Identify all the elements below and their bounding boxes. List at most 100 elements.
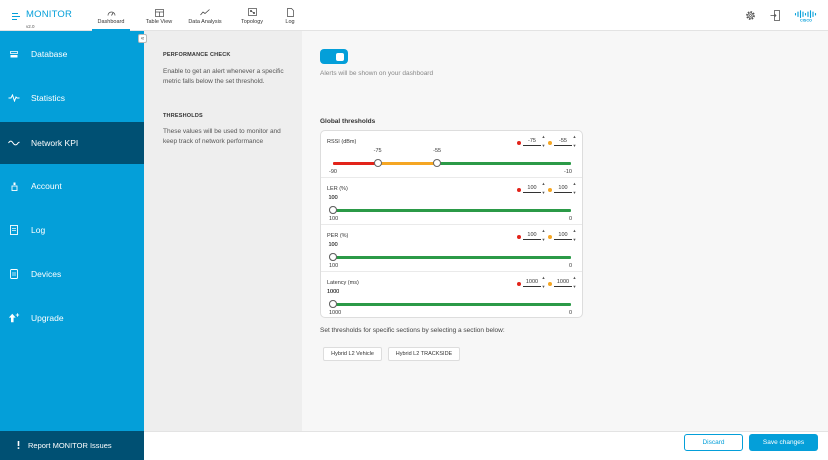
- nav-data-analysis[interactable]: Data Analysis: [186, 0, 224, 31]
- stepper-down-icon[interactable]: ▼: [572, 144, 577, 148]
- nav-dashboard[interactable]: Dashboard: [92, 0, 130, 31]
- discard-button[interactable]: Discard: [684, 434, 743, 451]
- stepper-down-icon[interactable]: ▼: [541, 144, 546, 148]
- nav-label: Topology: [240, 19, 264, 25]
- range-min-label: -90: [329, 169, 337, 175]
- sidebar-item-statistics[interactable]: Statistics: [0, 77, 144, 119]
- stepper-up-icon[interactable]: ▲: [572, 182, 577, 186]
- red-threshold-input[interactable]: -75: [523, 138, 541, 146]
- section-chip-hybrid-l2-vehicle[interactable]: Hybrid L2 Vehicle: [323, 347, 382, 361]
- sidebar-item-label: Database: [31, 49, 68, 59]
- section-hint: Set thresholds for specific sections by …: [320, 327, 505, 334]
- stepper-down-icon[interactable]: ▼: [572, 238, 577, 242]
- stepper-down-icon[interactable]: ▼: [541, 191, 546, 195]
- menu-icon[interactable]: [12, 13, 20, 22]
- collapse-sidebar-button[interactable]: «: [138, 34, 147, 43]
- sidebar-item-upgrade[interactable]: Upgrade: [0, 297, 144, 339]
- range-max-label: 0: [568, 263, 572, 269]
- sidebar-item-account[interactable]: Account: [0, 165, 144, 207]
- threshold-row: LER (%) 100 ▲ ▼ 100 ▲ ▼ 100 100 100 0: [321, 178, 582, 225]
- pulse-icon: [8, 94, 20, 102]
- orange-threshold-input[interactable]: -55: [554, 138, 572, 146]
- threshold-row: RSSI (dBm) -75 ▲ ▼ -55 ▲ ▼ -75 -55 -90 -10: [321, 131, 582, 178]
- orange-threshold-dot: [548, 235, 552, 239]
- range-max-label: -10: [564, 169, 572, 175]
- logout-icon[interactable]: [770, 10, 780, 21]
- metric-label: Latency (ms): [327, 280, 359, 286]
- performance-check-toggle[interactable]: [320, 49, 348, 64]
- slider-handle-red[interactable]: [373, 159, 382, 167]
- orange-threshold-input[interactable]: 100: [554, 185, 572, 193]
- settings-gear-icon[interactable]: [745, 10, 756, 21]
- stepper-up-icon[interactable]: ▲: [541, 276, 546, 280]
- slider-track-red: [333, 162, 378, 165]
- stepper-up-icon[interactable]: ▲: [572, 276, 577, 280]
- report-issues-button[interactable]: Report MONITOR Issues: [0, 431, 144, 460]
- description-panel: [144, 31, 302, 431]
- slider-track-green: [333, 256, 571, 259]
- sidebar-item-label: Account: [31, 181, 62, 191]
- section-chip-hybrid-l2-trackside[interactable]: Hybrid L2 TRACKSIDE: [388, 347, 460, 361]
- svg-text:CISCO: CISCO: [800, 18, 812, 22]
- brand[interactable]: MONITOR v2.0: [12, 9, 73, 29]
- orange-threshold-dot: [548, 282, 552, 286]
- range-min-label: 100: [329, 263, 339, 269]
- threshold-row: Latency (ms) 1000 ▲ ▼ 1000 ▲ ▼ 1000 1000 1000 0: [321, 272, 582, 319]
- upgrade-icon: [8, 312, 20, 324]
- range-min-label: 100: [329, 216, 339, 222]
- range-max-label: 0: [568, 216, 572, 222]
- slider-track-green: [333, 303, 571, 306]
- sidebar-item-network-kpi[interactable]: Network KPI: [0, 122, 144, 164]
- document-icon: [286, 8, 294, 17]
- table-icon: [154, 8, 164, 17]
- stepper-up-icon[interactable]: ▲: [572, 135, 577, 139]
- stepper-down-icon[interactable]: ▼: [572, 191, 577, 195]
- sidebar-item-devices[interactable]: Devices: [0, 253, 144, 295]
- metric-label: LER (%): [327, 186, 348, 192]
- nav-label: Data Analysis: [188, 19, 222, 25]
- sidebar-item-label: Statistics: [31, 93, 66, 103]
- handle-value-orange: 100: [328, 195, 338, 201]
- stepper-up-icon[interactable]: ▲: [541, 135, 546, 139]
- performance-check-description: Enable to get an alert whenever a specif…: [163, 68, 284, 85]
- slider-handle-orange[interactable]: [433, 159, 442, 167]
- orange-threshold-input[interactable]: 1000: [554, 279, 572, 287]
- slider-track-green: [333, 209, 571, 212]
- handle-value-orange: 1000: [327, 289, 340, 295]
- stepper-down-icon[interactable]: ▼: [541, 285, 546, 289]
- slider-handle-orange[interactable]: [329, 253, 337, 261]
- sidebar-item-log[interactable]: Log: [0, 209, 144, 251]
- database-icon: [8, 50, 20, 58]
- nav-log[interactable]: Log: [284, 0, 296, 31]
- chart-line-icon: [200, 8, 210, 17]
- stepper-down-icon[interactable]: ▼: [541, 238, 546, 242]
- nav-topology[interactable]: Topology: [239, 0, 265, 31]
- red-threshold-input[interactable]: 100: [523, 232, 541, 240]
- handle-value-orange: -55: [433, 148, 442, 154]
- nav-table-view[interactable]: Table View: [141, 0, 177, 31]
- red-threshold-input[interactable]: 1000: [523, 279, 541, 287]
- stepper-up-icon[interactable]: ▲: [541, 182, 546, 186]
- sidebar-item-label: Network KPI: [31, 138, 79, 148]
- range-min-label: 1000: [329, 310, 342, 316]
- orange-threshold-dot: [548, 188, 552, 192]
- app-version: v2.0: [26, 24, 35, 29]
- cisco-logo-icon: CISCO: [794, 9, 818, 22]
- save-changes-button[interactable]: Save changes: [749, 434, 818, 451]
- stepper-down-icon[interactable]: ▼: [572, 285, 577, 289]
- slider-handle-orange[interactable]: [329, 300, 337, 308]
- sidebar-item-label: Devices: [31, 269, 62, 279]
- app-title: MONITOR: [26, 9, 73, 20]
- exclamation-icon: [17, 440, 20, 451]
- stepper-up-icon[interactable]: ▲: [541, 229, 546, 233]
- orange-threshold-input[interactable]: 100: [554, 232, 572, 240]
- sidebar-item-database[interactable]: Database: [0, 33, 144, 75]
- red-threshold-dot: [517, 188, 521, 192]
- metric-label: PER (%): [327, 233, 349, 239]
- nav-label: Log: [285, 19, 295, 25]
- slider-handle-orange[interactable]: [329, 206, 337, 214]
- stepper-up-icon[interactable]: ▲: [572, 229, 577, 233]
- red-threshold-input[interactable]: 100: [523, 185, 541, 193]
- sidebar-item-label: Upgrade: [31, 313, 64, 323]
- slider-track-green: [437, 162, 571, 165]
